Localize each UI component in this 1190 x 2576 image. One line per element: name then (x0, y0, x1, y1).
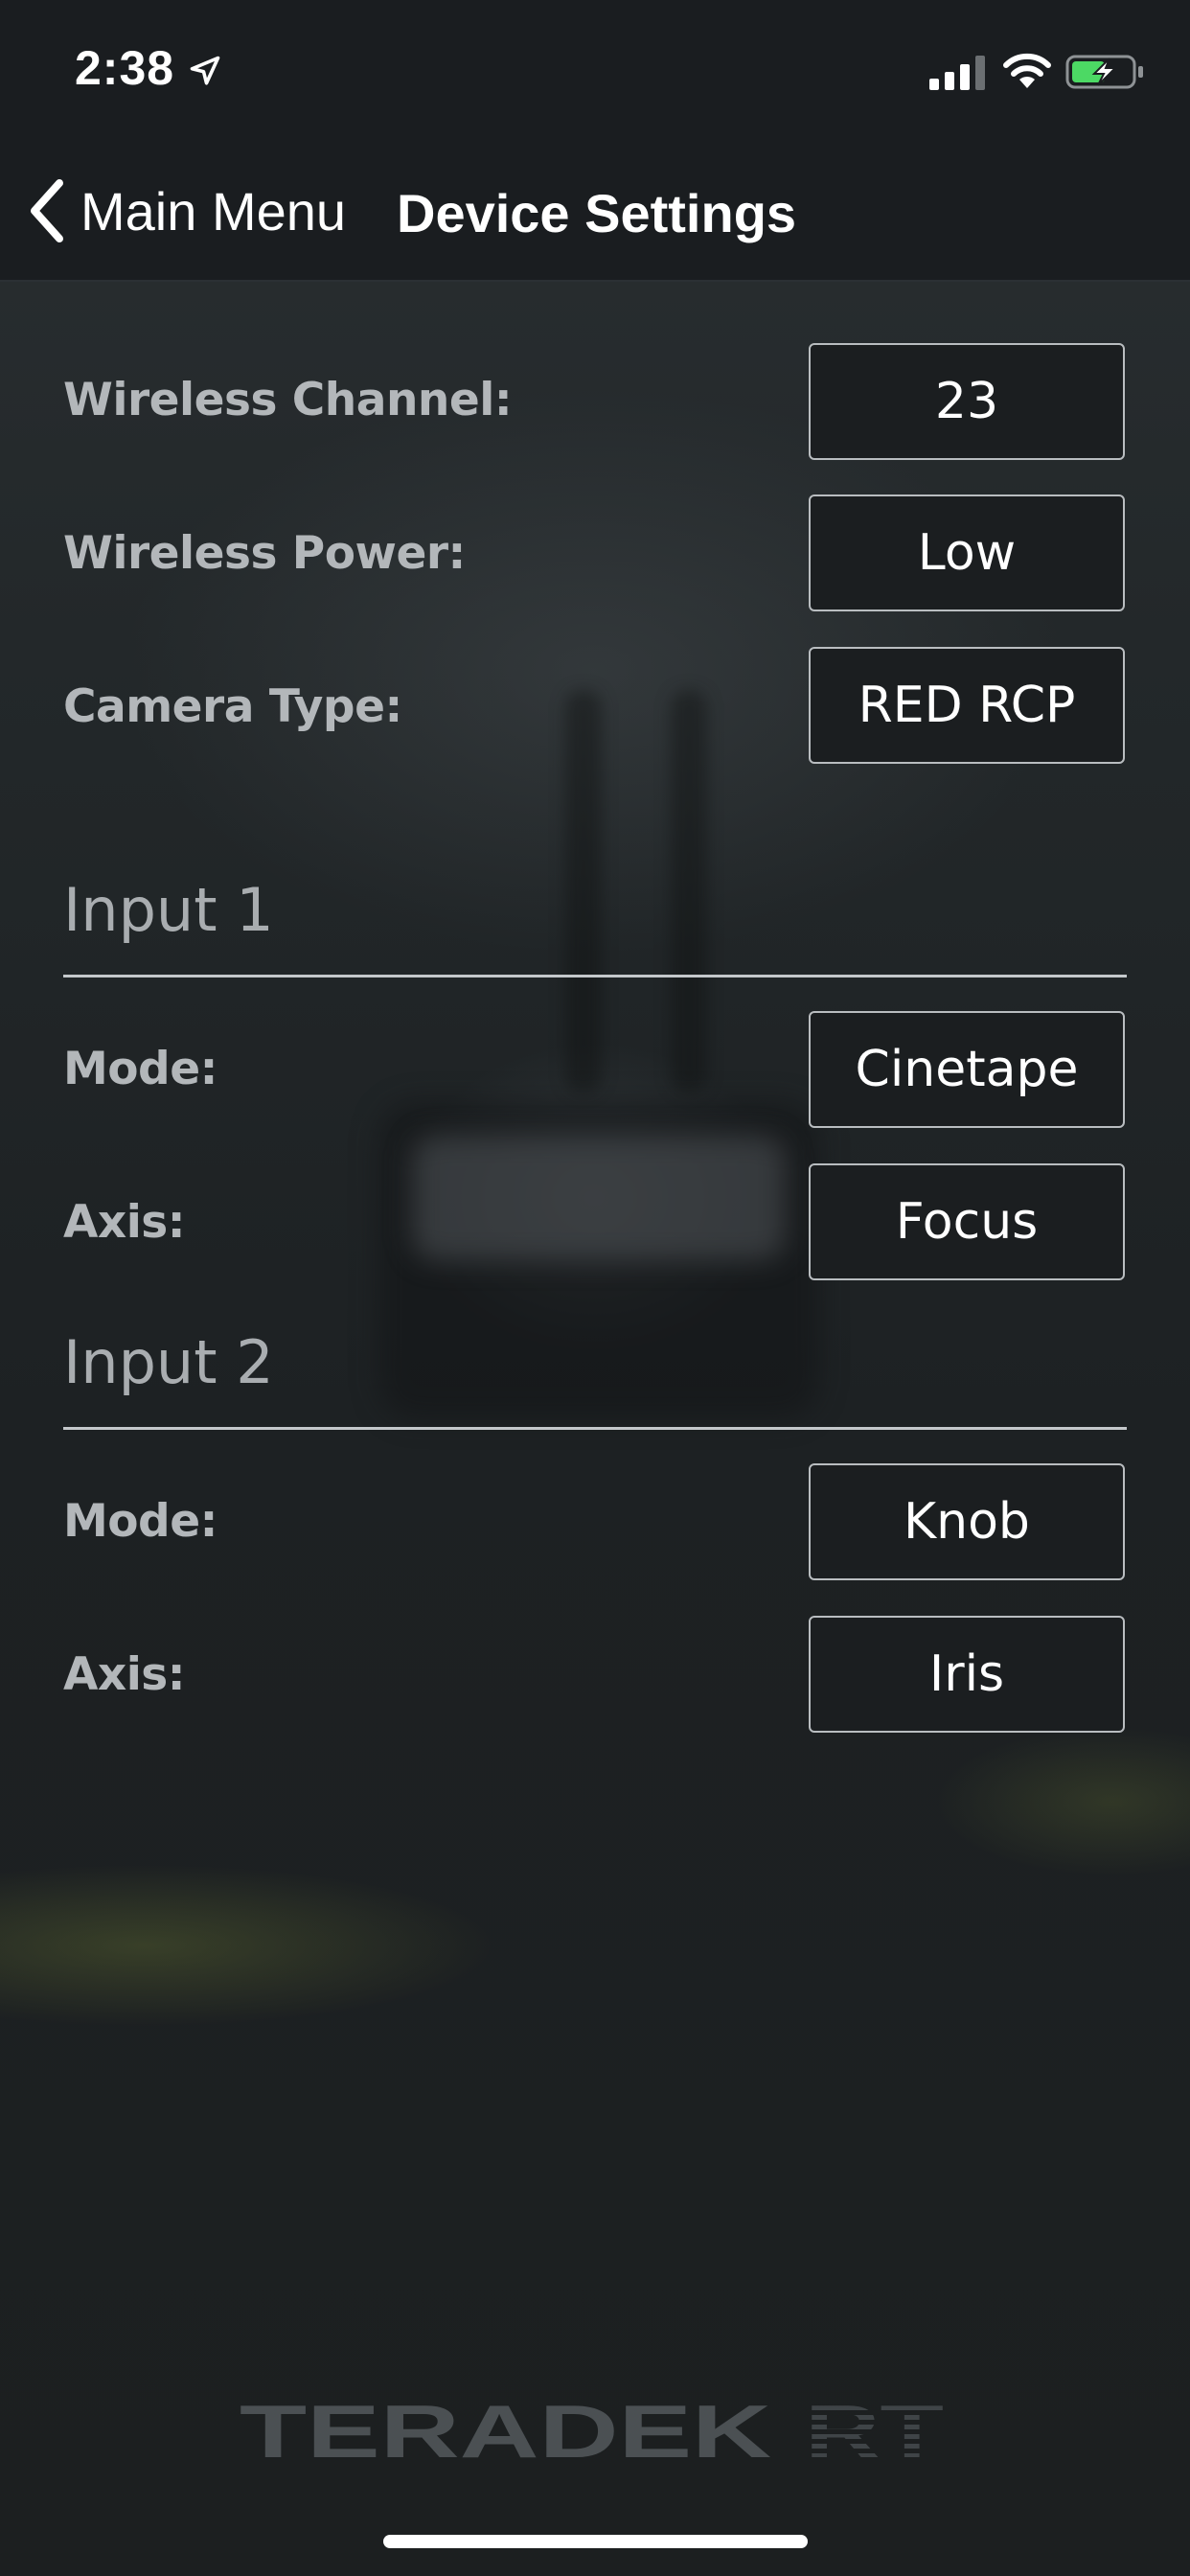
input-1-axis-label: Axis: (63, 1196, 186, 1249)
navigation-bar: Main Menu Device Settings (0, 144, 1190, 282)
wireless-power-selector[interactable]: Low (809, 494, 1125, 611)
battery-charging-icon (1065, 55, 1143, 89)
status-time: 2:38 (75, 41, 175, 95)
wireless-power-label: Wireless Power: (63, 527, 466, 580)
input-2-header: Input 2 (63, 1327, 274, 1397)
logo-text-main: TERADEK (240, 2396, 771, 2463)
logo-text-sub: RT (805, 2396, 944, 2463)
input-2-divider (63, 1427, 1127, 1430)
input-1-header: Input 1 (63, 875, 274, 945)
teradek-rt-logo: TERADEK RT (240, 2396, 944, 2463)
blurred-antenna (671, 690, 707, 1092)
chevron-left-icon (31, 179, 63, 242)
input-1-mode-label: Mode: (63, 1043, 217, 1095)
input-1-divider (63, 975, 1127, 978)
wireless-channel-selector[interactable]: 23 (809, 343, 1125, 460)
cellular-signal-icon (929, 56, 985, 90)
blurred-antenna (565, 690, 602, 1092)
wireless-channel-label: Wireless Channel: (63, 374, 513, 426)
location-arrow-icon (190, 56, 220, 85)
input-2-mode-label: Mode: (63, 1495, 217, 1548)
input-1-mode-selector[interactable]: Cinetape (809, 1011, 1125, 1128)
page-title: Device Settings (397, 183, 797, 243)
camera-type-selector[interactable]: RED RCP (809, 647, 1125, 764)
input-2-axis-selector[interactable]: Iris (809, 1616, 1125, 1733)
back-button-label: Main Menu (80, 180, 347, 242)
home-indicator[interactable] (383, 2535, 808, 2548)
camera-type-label: Camera Type: (63, 680, 402, 733)
input-2-axis-label: Axis: (63, 1648, 186, 1701)
wifi-icon (1003, 53, 1051, 88)
back-button[interactable]: Main Menu (25, 172, 346, 249)
blurred-device-screen (412, 1136, 786, 1260)
status-bar: 2:38 (0, 0, 1190, 144)
input-2-mode-selector[interactable]: Knob (809, 1463, 1125, 1580)
input-1-axis-selector[interactable]: Focus (809, 1163, 1125, 1280)
